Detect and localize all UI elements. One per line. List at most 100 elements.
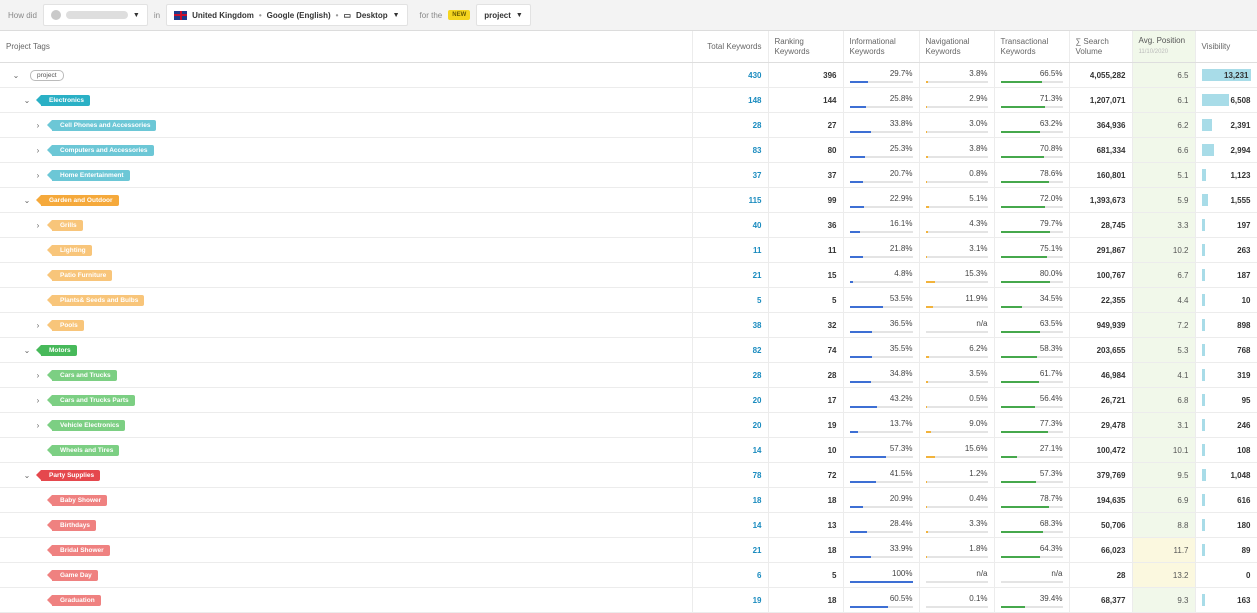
project-tag[interactable]: Party Supplies bbox=[41, 470, 100, 481]
project-tag[interactable]: Pools bbox=[52, 320, 84, 331]
total-keywords-value[interactable]: 18 bbox=[692, 488, 768, 513]
chevron-down-icon[interactable]: ⌄ bbox=[22, 346, 32, 355]
percent-value: 27.1% bbox=[1040, 444, 1063, 453]
col-ranking-keywords[interactable]: RankingKeywords bbox=[768, 31, 843, 63]
chevron-right-icon[interactable]: › bbox=[33, 396, 43, 405]
chevron-down-icon[interactable]: ⌄ bbox=[22, 471, 32, 480]
table-row[interactable]: Graduation191860.5%0.1%39.4%68,3779.3163 bbox=[0, 588, 1257, 613]
table-row[interactable]: Game Day65100%n/an/a2813.20 bbox=[0, 563, 1257, 588]
chevron-down-icon[interactable]: ⌄ bbox=[22, 96, 32, 105]
project-tag[interactable]: Cell Phones and Accessories bbox=[52, 120, 156, 131]
total-keywords-value[interactable]: 14 bbox=[692, 513, 768, 538]
percent-wrapper: 1.8% bbox=[926, 538, 988, 562]
table-row[interactable]: ›Vehicle Electronics201913.7%9.0%77.3%29… bbox=[0, 413, 1257, 438]
project-tag[interactable]: Grills bbox=[52, 220, 83, 231]
total-keywords-value[interactable]: 20 bbox=[692, 388, 768, 413]
project-tag[interactable]: Baby Shower bbox=[52, 495, 107, 506]
total-keywords-value[interactable]: 40 bbox=[692, 213, 768, 238]
project-tag[interactable]: Patio Furniture bbox=[52, 270, 112, 281]
total-keywords-value[interactable]: 21 bbox=[692, 263, 768, 288]
project-tag[interactable]: Electronics bbox=[41, 95, 90, 106]
chevron-down-icon[interactable]: ⌄ bbox=[22, 196, 32, 205]
total-keywords-value[interactable]: 148 bbox=[692, 88, 768, 113]
project-tag[interactable]: project bbox=[30, 70, 64, 81]
table-row[interactable]: ⌄Motors827435.5%6.2%58.3%203,6555.3768 bbox=[0, 338, 1257, 363]
table-row[interactable]: Baby Shower181820.9%0.4%78.7%194,6356.96… bbox=[0, 488, 1257, 513]
table-row[interactable]: Patio Furniture21154.8%15.3%80.0%100,767… bbox=[0, 263, 1257, 288]
project-tag[interactable]: Birthdays bbox=[52, 520, 96, 531]
total-keywords-value[interactable]: 20 bbox=[692, 413, 768, 438]
project-tag[interactable]: Cars and Trucks Parts bbox=[52, 395, 135, 406]
chevron-right-icon[interactable]: › bbox=[33, 121, 43, 130]
table-row[interactable]: ⌄Electronics14814425.8%2.9%71.3%1,207,07… bbox=[0, 88, 1257, 113]
table-row[interactable]: Lighting111121.8%3.1%75.1%291,86710.2263 bbox=[0, 238, 1257, 263]
total-keywords-value[interactable]: 430 bbox=[692, 63, 768, 88]
percent-value: 5.1% bbox=[969, 194, 987, 203]
domain-select[interactable]: ▼ bbox=[43, 4, 148, 26]
table-row[interactable]: ⌄Garden and Outdoor1159922.9%5.1%72.0%1,… bbox=[0, 188, 1257, 213]
project-tag[interactable]: Lighting bbox=[52, 245, 92, 256]
project-tag[interactable]: Vehicle Electronics bbox=[52, 420, 125, 431]
total-keywords-value[interactable]: 115 bbox=[692, 188, 768, 213]
table-row[interactable]: ›Grills403616.1%4.3%79.7%28,7453.3197 bbox=[0, 213, 1257, 238]
project-tag[interactable]: Home Entertainment bbox=[52, 170, 130, 181]
percent-value: 4.3% bbox=[969, 219, 987, 228]
col-avg-position[interactable]: Avg. Position11/10/2020 bbox=[1132, 31, 1195, 63]
project-tag[interactable]: Computers and Accessories bbox=[52, 145, 154, 156]
table-row[interactable]: ⌄project43039629.7%3.8%66.5%4,055,2826.5… bbox=[0, 63, 1257, 88]
total-keywords-value[interactable]: 78 bbox=[692, 463, 768, 488]
table-row[interactable]: Birthdays141328.4%3.3%68.3%50,7068.8180 bbox=[0, 513, 1257, 538]
col-visibility[interactable]: Visibility bbox=[1195, 31, 1257, 63]
total-keywords-value[interactable]: 6 bbox=[692, 563, 768, 588]
percent-value: 29.7% bbox=[890, 69, 913, 78]
project-tag[interactable]: Graduation bbox=[52, 595, 101, 606]
chevron-right-icon[interactable]: › bbox=[33, 421, 43, 430]
col-search-volume[interactable]: ∑ SearchVolume bbox=[1069, 31, 1132, 63]
total-keywords-value[interactable]: 11 bbox=[692, 238, 768, 263]
chevron-right-icon[interactable]: › bbox=[33, 371, 43, 380]
total-keywords-value[interactable]: 21 bbox=[692, 538, 768, 563]
table-row[interactable]: ›Pools383236.5%n/a63.5%949,9397.2898 bbox=[0, 313, 1257, 338]
percent-fill bbox=[926, 81, 928, 83]
col-transactional-keywords[interactable]: TransactionalKeywords bbox=[994, 31, 1069, 63]
total-keywords-value[interactable]: 5 bbox=[692, 288, 768, 313]
project-tag[interactable]: Wheels and Tires bbox=[52, 445, 119, 456]
total-keywords-value[interactable]: 83 bbox=[692, 138, 768, 163]
project-tag[interactable]: Motors bbox=[41, 345, 77, 356]
project-select[interactable]: project ▼ bbox=[476, 4, 531, 26]
total-keywords-value[interactable]: 82 bbox=[692, 338, 768, 363]
total-keywords-value[interactable]: 14 bbox=[692, 438, 768, 463]
total-keywords-value[interactable]: 38 bbox=[692, 313, 768, 338]
col-navigational-keywords[interactable]: NavigationalKeywords bbox=[919, 31, 994, 63]
table-row[interactable]: Wheels and Tires141057.3%15.6%27.1%100,4… bbox=[0, 438, 1257, 463]
table-row[interactable]: ›Cars and Trucks282834.8%3.5%61.7%46,984… bbox=[0, 363, 1257, 388]
total-keywords-value[interactable]: 28 bbox=[692, 363, 768, 388]
total-keywords-value[interactable]: 28 bbox=[692, 113, 768, 138]
chevron-right-icon[interactable]: › bbox=[33, 146, 43, 155]
project-tag[interactable]: Game Day bbox=[52, 570, 98, 581]
table-row[interactable]: Bridal Shower211833.9%1.8%64.3%66,02311.… bbox=[0, 538, 1257, 563]
percent-value: 39.4% bbox=[1040, 594, 1063, 603]
table-row[interactable]: ›Cell Phones and Accessories282733.8%3.0… bbox=[0, 113, 1257, 138]
col-project-tags[interactable]: Project Tags bbox=[0, 31, 692, 63]
col-total-keywords[interactable]: Total Keywords bbox=[692, 31, 768, 63]
table-row[interactable]: ⌄Party Supplies787241.5%1.2%57.3%379,769… bbox=[0, 463, 1257, 488]
table-row[interactable]: ›Cars and Trucks Parts201743.2%0.5%56.4%… bbox=[0, 388, 1257, 413]
chevron-right-icon[interactable]: › bbox=[33, 171, 43, 180]
chevron-down-icon[interactable]: ⌄ bbox=[11, 71, 21, 80]
percent-fill bbox=[850, 356, 872, 358]
project-tag[interactable]: Garden and Outdoor bbox=[41, 195, 119, 206]
project-tag[interactable]: Cars and Trucks bbox=[52, 370, 117, 381]
col-informational-keywords[interactable]: InformationalKeywords bbox=[843, 31, 919, 63]
project-tag[interactable]: Bridal Shower bbox=[52, 545, 110, 556]
total-keywords-value[interactable]: 37 bbox=[692, 163, 768, 188]
table-row[interactable]: Plants& Seeds and Bulbs5553.5%11.9%34.5%… bbox=[0, 288, 1257, 313]
chevron-right-icon[interactable]: › bbox=[33, 321, 43, 330]
total-keywords-value[interactable]: 19 bbox=[692, 588, 768, 613]
project-tag[interactable]: Plants& Seeds and Bulbs bbox=[52, 295, 144, 306]
search-engine-select[interactable]: United Kingdom • Google (English) • ▭ De… bbox=[166, 4, 407, 26]
table-row[interactable]: ›Home Entertainment373720.7%0.8%78.6%160… bbox=[0, 163, 1257, 188]
table-row[interactable]: ›Computers and Accessories838025.3%3.8%7… bbox=[0, 138, 1257, 163]
chevron-right-icon[interactable]: › bbox=[33, 221, 43, 230]
visibility-value: 197 bbox=[1237, 221, 1250, 230]
